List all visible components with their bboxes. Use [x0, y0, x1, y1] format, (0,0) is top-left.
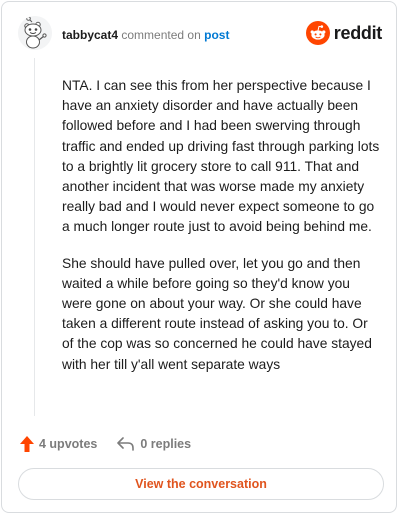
reply-button[interactable]: 0 replies: [117, 437, 191, 451]
view-conversation-button[interactable]: View the conversation: [18, 468, 384, 500]
reddit-logo-icon: [305, 21, 330, 45]
comment-paragraph: NTA. I can see this from her perspective…: [62, 78, 380, 235]
upvotes-count: 4 upvotes: [39, 437, 98, 451]
action-text: commented on: [121, 28, 201, 42]
comment-card: tabbycat4 commented on post reddit NTA. …: [1, 1, 397, 513]
username-link[interactable]: tabbycat4: [62, 28, 118, 42]
thread-line: [34, 58, 35, 416]
comment-footer: 4 upvotes 0 replies: [20, 434, 191, 454]
brand-name: reddit: [333, 22, 383, 43]
upvote-arrow-icon: [20, 436, 34, 452]
comment-body: NTA. I can see this from her perspective…: [62, 76, 380, 391]
upvote-button[interactable]: 4 upvotes: [20, 436, 97, 452]
post-link[interactable]: post: [204, 28, 229, 42]
comment-header: tabbycat4 commented on post: [62, 28, 229, 42]
snoo-avatar-icon: [18, 16, 52, 50]
reddit-brand[interactable]: reddit: [305, 21, 383, 45]
comment-paragraph: She should have pulled over, let you go …: [62, 255, 372, 372]
replies-count: 0 replies: [140, 437, 192, 451]
avatar[interactable]: [18, 16, 52, 50]
reply-arrow-icon: [117, 437, 135, 451]
